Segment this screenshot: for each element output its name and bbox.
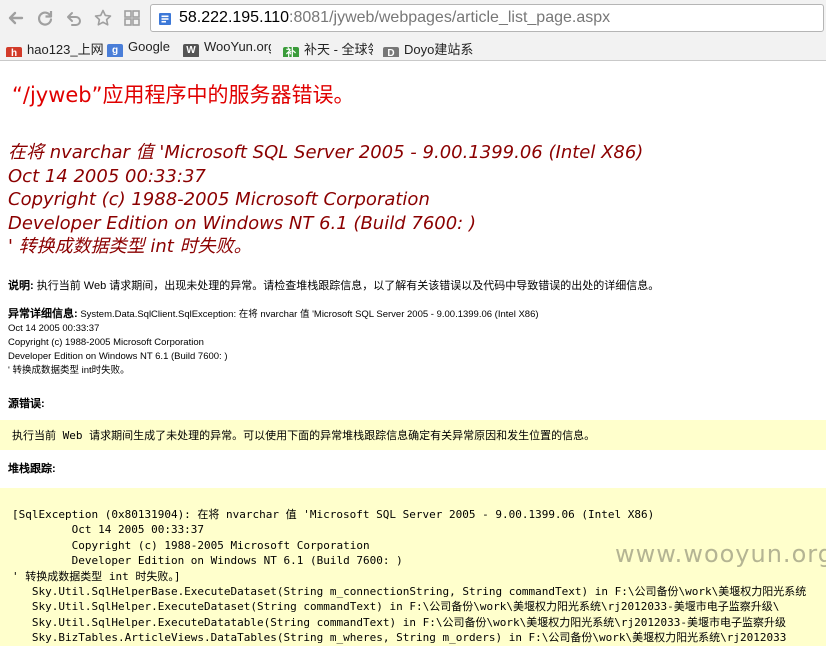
exception-line: ' 转换成数据类型 int时失败。: [8, 365, 130, 376]
bookmark-doyo[interactable]: D Doyo建站系: [383, 39, 475, 57]
reload-icon[interactable]: [35, 8, 55, 28]
star-icon[interactable]: [93, 8, 113, 28]
google-icon: g: [107, 44, 123, 57]
back-icon[interactable]: [6, 8, 26, 28]
stack-trace: [SqlException (0x80131904): 在将 nvarchar …: [12, 507, 806, 646]
exception-line: Developer Edition on Windows NT 6.1 (Bui…: [8, 351, 228, 362]
bookmark-wooyun[interactable]: W WooYun.org: [183, 39, 271, 57]
error-message: 在将 nvarchar 值 'Microsoft SQL Server 2005…: [8, 141, 643, 259]
bookmark-label: Google: [128, 39, 170, 54]
address-url[interactable]: 58.222.195.110:8081/jyweb/webpages/artic…: [179, 9, 610, 27]
description: 说明: 执行当前 Web 请求期间，出现未处理的异常。请检查堆栈跟踪信息，以了解…: [8, 277, 659, 293]
source-error-box: 执行当前 Web 请求期间生成了未处理的异常。可以使用下面的异常堆栈跟踪信息确定…: [0, 420, 826, 450]
bookmark-label: 补天 - 全球领: [304, 42, 373, 57]
address-path: :8081/jyweb/webpages/article_list_page.a…: [289, 9, 611, 26]
bookmark-google[interactable]: g Google: [107, 39, 187, 57]
bookmark-label: WooYun.org: [204, 39, 271, 54]
bookmarks-bar: h hao123_上网 g Google W WooYun.org 补补天 - 全球领…: [0, 36, 826, 61]
bookmark-butian[interactable]: 补补天 - 全球领: [283, 39, 373, 57]
error-line: Developer Edition on Windows NT 6.1 (Bui…: [8, 212, 476, 234]
doyo-icon: D: [383, 47, 399, 57]
stack-line: Sky.Util.SqlHelperBase.ExecuteDataset(St…: [12, 585, 807, 599]
browser-toolbar: 58.222.195.110:8081/jyweb/webpages/artic…: [0, 0, 826, 36]
stack-line: Sky.Util.SqlHelper.ExecuteDatatable(Stri…: [12, 615, 787, 629]
source-error-text: 执行当前 Web 请求期间生成了未处理的异常。可以使用下面的异常堆栈跟踪信息确定…: [12, 429, 596, 442]
address-bar[interactable]: 58.222.195.110:8081/jyweb/webpages/artic…: [150, 4, 824, 32]
stack-trace-heading: 堆栈跟踪:: [8, 463, 56, 475]
apps-grid-icon[interactable]: [122, 8, 142, 28]
description-label: 说明:: [8, 280, 34, 292]
address-host: 58.222.195.110: [179, 9, 290, 26]
error-line: 在将 nvarchar 值 'Microsoft SQL Server 2005…: [8, 142, 644, 163]
error-line: ' 转换成数据类型 int 时失败。: [8, 236, 252, 257]
bookmark-hao123[interactable]: h hao123_上网: [6, 39, 104, 57]
stack-line: Oct 14 2005 00:33:37: [12, 523, 205, 537]
exception-label: 异常详细信息:: [8, 308, 78, 320]
undo-close-icon[interactable]: [64, 8, 84, 28]
source-error-heading: 源错误:: [8, 398, 45, 410]
exception-line: System.Data.SqlClient.SqlException: 在将 n…: [80, 309, 539, 320]
stack-line: Sky.Util.SqlHelper.ExecuteDataset(String…: [12, 600, 780, 614]
stack-line: ' 转换成数据类型 int 时失败。]: [12, 569, 181, 583]
bookmark-label: hao123_上网: [27, 42, 104, 57]
exception-details: 异常详细信息: System.Data.SqlClient.SqlExcepti…: [8, 307, 539, 378]
stack-line: [SqlException (0x80131904): 在将 nvarchar …: [12, 508, 655, 521]
description-text: 执行当前 Web 请求期间，出现未处理的异常。请检查堆栈跟踪信息，以了解有关该错…: [36, 280, 660, 292]
error-line: Oct 14 2005 00:33:37: [8, 165, 206, 187]
hao123-icon: h: [6, 47, 22, 57]
butian-icon: 补: [283, 47, 299, 57]
page-icon: [158, 11, 172, 25]
page-title: “/jyweb”应用程序中的服务器错误。: [12, 83, 355, 107]
error-line: Copyright (c) 1988-2005 Microsoft Corpor…: [8, 189, 430, 210]
bookmark-label: Doyo建站系: [404, 42, 474, 57]
wooyun-icon: W: [183, 44, 199, 57]
stack-line: Sky.BizTables.ArticleViews.DataTables(St…: [12, 631, 787, 645]
watermark: www.wooyun.org: [615, 540, 826, 568]
exception-line: Copyright (c) 1988-2005 Microsoft Corpor…: [8, 337, 204, 348]
exception-line: Oct 14 2005 00:33:37: [8, 323, 100, 334]
